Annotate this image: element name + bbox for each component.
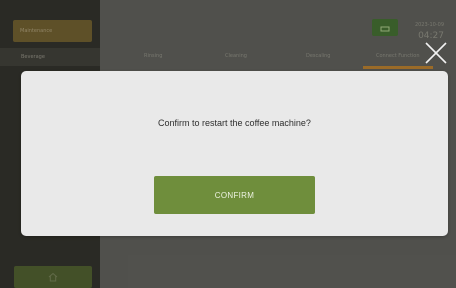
confirm-button[interactable]: CONFIRM (154, 176, 315, 214)
screen: Maintenance Beverage Rinsing Cleaning De… (0, 0, 456, 288)
close-icon[interactable] (423, 40, 449, 66)
confirm-dialog: Confirm to restart the coffee machine? C… (21, 71, 448, 236)
dialog-message: Confirm to restart the coffee machine? (158, 118, 311, 128)
